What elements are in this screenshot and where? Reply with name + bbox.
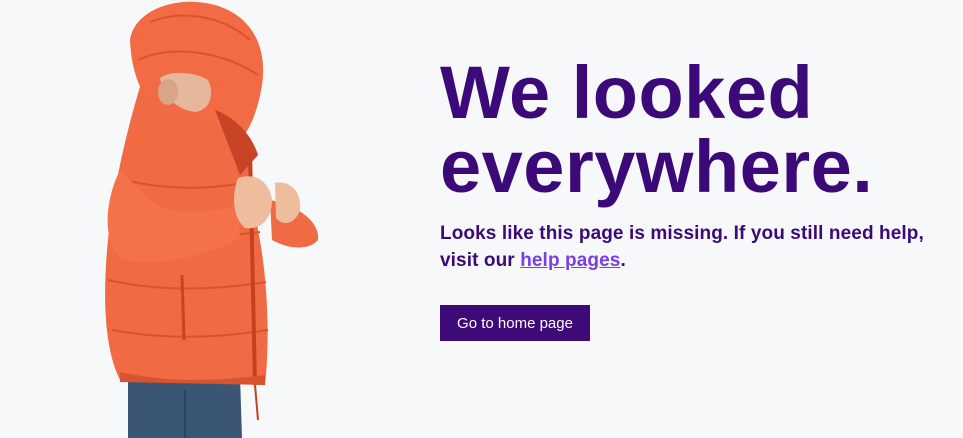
page-title: We looked everywhere. xyxy=(440,56,950,204)
error-content: We looked everywhere. Looks like this pa… xyxy=(440,56,950,274)
message-text: Looks like this page is missing. If you … xyxy=(440,223,924,271)
not-found-page: We looked everywhere. Looks like this pa… xyxy=(0,0,963,438)
message-period: . xyxy=(620,250,626,271)
help-pages-link[interactable]: help pages xyxy=(520,250,620,271)
missing-page-message: Looks like this page is missing. If you … xyxy=(440,220,950,274)
page-title-line-1: We looked xyxy=(440,51,814,134)
page-title-line-2: everywhere. xyxy=(440,125,874,208)
go-to-home-page-button[interactable]: Go to home page xyxy=(440,305,590,341)
child-in-jacket-image xyxy=(105,1,319,438)
